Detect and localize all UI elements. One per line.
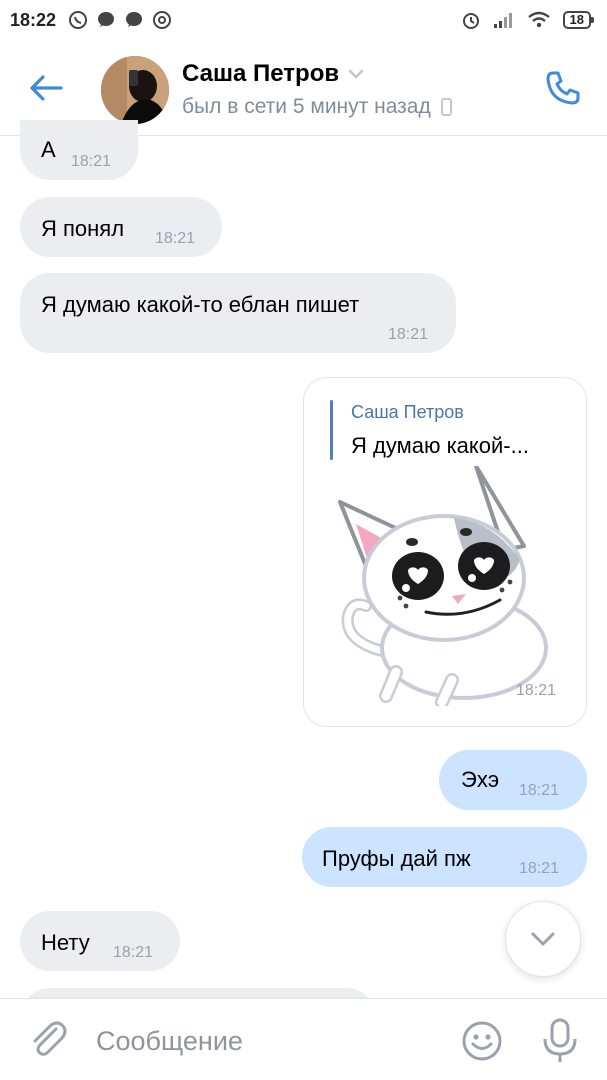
- chat-icon: [126, 12, 143, 27]
- message-text: А: [41, 137, 56, 162]
- message-bubble[interactable]: Я думаю какой-то еблан пишет 18:21: [20, 273, 456, 353]
- message-time: 18:21: [388, 326, 429, 343]
- message-time: 18:21: [113, 944, 154, 961]
- message-time: 18:21: [155, 230, 196, 247]
- message-text: Эхэ: [461, 767, 500, 792]
- call-button[interactable]: [539, 64, 587, 112]
- chevron-down-icon: [348, 69, 364, 79]
- message-bubble[interactable]: А 18:21: [20, 120, 138, 180]
- message-time: 18:21: [519, 782, 560, 799]
- avatar[interactable]: [101, 56, 169, 124]
- emoji-button[interactable]: [460, 1019, 504, 1063]
- battery-icon: 18: [562, 11, 595, 29]
- reply-author: Саша Петров: [351, 402, 464, 422]
- chat-icon: [98, 12, 115, 27]
- signal-icon: [493, 13, 512, 28]
- smile-icon: [462, 1021, 502, 1061]
- attach-button[interactable]: [26, 1017, 70, 1061]
- chevron-down-icon: [531, 932, 555, 946]
- sticker-message[interactable]: Саша Петров Я думаю какой-... 18:21: [303, 377, 587, 727]
- whatsapp-icon: [69, 11, 88, 29]
- message-text: Я думаю какой-то еблан пишет: [41, 292, 360, 317]
- alarm-icon: [462, 13, 479, 29]
- microphone-button[interactable]: [538, 1017, 582, 1065]
- at-icon: [153, 11, 172, 29]
- cat-sticker-image: [338, 466, 548, 706]
- message-bubble[interactable]: Я понял 18:21: [20, 197, 222, 257]
- message-time: 18:21: [519, 860, 560, 877]
- wifi-icon: [527, 11, 550, 28]
- contact-name-label: Саша Петров: [182, 60, 340, 87]
- back-button[interactable]: [24, 66, 68, 110]
- message-bubble[interactable]: Эхэ 18:21: [439, 750, 587, 810]
- message-composer: [0, 998, 607, 1080]
- avatar-image: [101, 56, 169, 124]
- status-bar: 18:22 18: [0, 0, 607, 40]
- message-time: 18:21: [71, 153, 112, 170]
- message-input[interactable]: [96, 1019, 436, 1063]
- last-seen-label: был в сети 5 минут назад: [182, 95, 431, 118]
- contact-name[interactable]: Саша Петров: [182, 60, 365, 88]
- mobile-device-icon: [440, 98, 452, 116]
- notification-icons: [68, 10, 172, 30]
- reply-bar: [330, 400, 333, 460]
- paperclip-icon: [33, 1021, 67, 1056]
- reply-text: Я думаю какой-...: [351, 433, 529, 458]
- message-text: Пруфы дай пж: [322, 846, 471, 871]
- message-text: Нету: [41, 930, 90, 955]
- message-bubble[interactable]: Пруфы дай пж 18:21: [302, 827, 587, 887]
- scroll-down-button[interactable]: [505, 901, 581, 977]
- arrow-left-icon: [30, 75, 63, 101]
- microphone-icon: [543, 1018, 577, 1062]
- phone-icon: [546, 71, 580, 105]
- message-text: Я понял: [41, 216, 125, 241]
- message-bubble[interactable]: Нету 18:21: [20, 911, 180, 971]
- status-time: 18:22: [10, 9, 57, 30]
- message-time: 18:21: [515, 682, 556, 699]
- contact-status: был в сети 5 минут назад: [182, 95, 452, 119]
- system-icons: 18: [461, 10, 595, 30]
